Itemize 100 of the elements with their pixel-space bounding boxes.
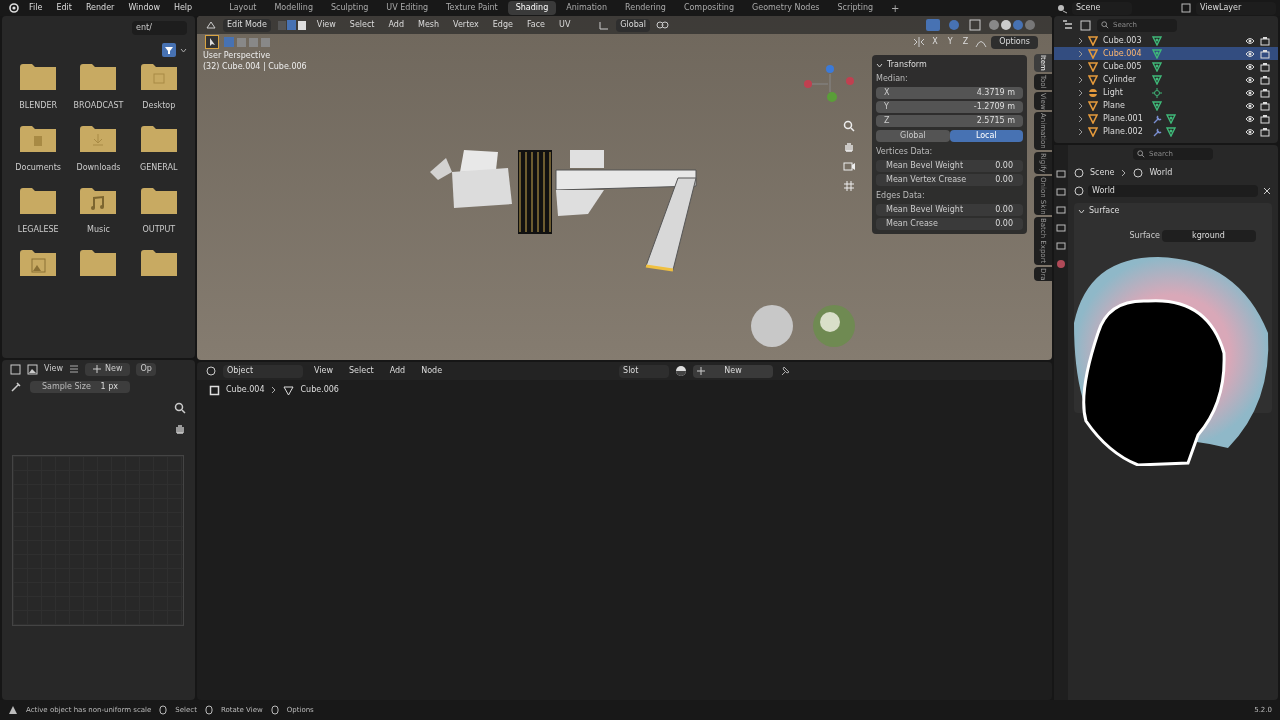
folder-icon[interactable] bbox=[20, 64, 57, 90]
surface-dropdown[interactable]: kground bbox=[1162, 230, 1256, 242]
menu-item[interactable]: View bbox=[309, 365, 338, 377]
zoom-icon[interactable] bbox=[174, 402, 186, 414]
folder-icon[interactable] bbox=[140, 188, 177, 214]
open-image-button[interactable]: Op bbox=[136, 362, 156, 376]
world-name-field[interactable]: World bbox=[1088, 185, 1258, 197]
outliner-row[interactable]: Plane.002 bbox=[1054, 125, 1278, 138]
menu-item[interactable]: Select bbox=[345, 19, 379, 31]
object-name[interactable]: Plane.002 bbox=[1103, 125, 1147, 138]
menu-icon[interactable] bbox=[69, 364, 79, 374]
folder-name[interactable]: Downloads bbox=[76, 162, 121, 174]
chevron-icon[interactable] bbox=[876, 62, 883, 68]
mesh-data-icon[interactable] bbox=[1166, 126, 1176, 137]
orientation-icon[interactable] bbox=[598, 19, 611, 31]
mesh-data-icon[interactable] bbox=[1152, 35, 1162, 46]
camera-icon[interactable] bbox=[1260, 74, 1270, 85]
workspace-tab[interactable]: Shading bbox=[507, 1, 557, 15]
folder-icon[interactable] bbox=[20, 188, 57, 214]
outliner-row[interactable]: Cube.003 bbox=[1054, 34, 1278, 47]
object-name[interactable]: Plane bbox=[1103, 99, 1147, 112]
options-dropdown[interactable]: Options bbox=[991, 35, 1038, 49]
folder-icon[interactable] bbox=[80, 188, 117, 214]
workspace-tab[interactable]: Sculpting bbox=[323, 1, 377, 15]
workspace-tab[interactable]: Compositing bbox=[675, 1, 743, 15]
mesh-data-icon[interactable] bbox=[1152, 100, 1162, 111]
object-name[interactable]: Cube.004 bbox=[1103, 47, 1147, 60]
coordinate-field[interactable]: Z 2.5715 m bbox=[876, 115, 1023, 127]
sample-size-field[interactable]: Sample Size 1 px bbox=[30, 381, 130, 393]
close-icon[interactable] bbox=[1262, 186, 1272, 196]
folder-name[interactable]: BROADCAST bbox=[73, 100, 124, 112]
folder-icon[interactable] bbox=[80, 250, 117, 276]
camera-icon[interactable] bbox=[1260, 35, 1270, 46]
snap-icon[interactable] bbox=[655, 19, 669, 31]
menu-item[interactable]: Select bbox=[344, 365, 379, 377]
object-name[interactable]: Cube.003 bbox=[1103, 34, 1147, 47]
menu-item[interactable]: Mesh bbox=[414, 19, 444, 31]
filter-icon[interactable] bbox=[162, 43, 176, 57]
menu-item[interactable]: Node bbox=[416, 365, 448, 377]
display-mode-icon[interactable] bbox=[1062, 19, 1074, 31]
object-name[interactable]: Cylinder bbox=[1103, 73, 1147, 86]
axis-toggle[interactable]: Z bbox=[959, 36, 972, 48]
folder-name[interactable]: GENERAL bbox=[140, 162, 178, 174]
coordinate-field[interactable]: X 4.3719 m bbox=[876, 87, 1023, 99]
menu-item[interactable]: View bbox=[312, 19, 340, 31]
chevron-icon[interactable] bbox=[1078, 208, 1085, 214]
folder-name[interactable]: Music bbox=[87, 224, 110, 236]
workspace-tab[interactable]: Layout bbox=[221, 1, 265, 15]
numeric-field[interactable]: Mean Bevel Weight 0.00 bbox=[876, 204, 1023, 216]
mesh-data-icon[interactable] bbox=[1152, 48, 1162, 59]
grid-icon[interactable] bbox=[843, 180, 855, 192]
view-menu[interactable]: View bbox=[44, 363, 63, 375]
object-name[interactable]: Light bbox=[1103, 86, 1147, 99]
mesh-data-icon[interactable] bbox=[1166, 113, 1176, 124]
outliner-row[interactable]: Cube.005 bbox=[1054, 60, 1278, 73]
slot-dropdown[interactable]: Slot bbox=[619, 364, 670, 378]
space-toggle[interactable]: Local bbox=[949, 130, 1023, 142]
new-material-button[interactable]: New bbox=[693, 364, 774, 378]
eye-icon[interactable] bbox=[1245, 100, 1255, 111]
object-name[interactable]: Cube.005 bbox=[1103, 60, 1147, 73]
camera-icon[interactable] bbox=[1260, 113, 1270, 124]
outliner-row[interactable]: Cylinder bbox=[1054, 73, 1278, 86]
axis-toggle[interactable]: X bbox=[929, 36, 941, 48]
image-icon[interactable] bbox=[27, 363, 38, 375]
zoom-icon[interactable] bbox=[843, 120, 855, 132]
menu-item[interactable]: File bbox=[24, 2, 48, 14]
overlay-icons[interactable] bbox=[926, 19, 982, 31]
light-data-icon[interactable] bbox=[1152, 87, 1162, 98]
workspace-tab[interactable]: Animation bbox=[558, 1, 615, 15]
menu-item[interactable]: Render bbox=[80, 2, 120, 14]
folder-icon[interactable] bbox=[80, 126, 117, 152]
view-layer-field[interactable]: ViewLayer bbox=[1196, 1, 1276, 15]
eye-icon[interactable] bbox=[1245, 35, 1255, 46]
menu-item[interactable]: Edit bbox=[51, 2, 77, 14]
blender-logo-icon[interactable] bbox=[8, 2, 20, 14]
coordinate-field[interactable]: Y -1.2709 m bbox=[876, 101, 1023, 113]
add-workspace-button[interactable]: + bbox=[883, 0, 908, 16]
workspace-tab[interactable]: Rendering bbox=[617, 1, 674, 15]
folder-icon[interactable] bbox=[140, 64, 177, 90]
outliner-row[interactable]: Cube.004 bbox=[1054, 47, 1278, 60]
wrench-icon[interactable] bbox=[1152, 113, 1162, 124]
camera-icon[interactable] bbox=[1260, 87, 1270, 98]
space-toggle[interactable]: Global bbox=[876, 130, 950, 142]
wrench-icon[interactable] bbox=[1152, 126, 1162, 137]
mirror-icon[interactable] bbox=[913, 36, 926, 48]
new-image-button[interactable]: New bbox=[85, 362, 131, 376]
editor-type-icon[interactable] bbox=[205, 365, 217, 377]
folder-icon[interactable] bbox=[20, 250, 57, 276]
folder-name[interactable]: Desktop bbox=[142, 100, 176, 112]
folder-name[interactable]: Documents bbox=[15, 162, 61, 174]
world-icon[interactable] bbox=[1074, 186, 1084, 196]
path-field[interactable]: ent/ bbox=[132, 21, 187, 35]
workspace-tab[interactable]: UV Editing bbox=[378, 1, 437, 15]
workspace-tab[interactable]: Scripting bbox=[829, 1, 882, 15]
eyedropper-icon[interactable] bbox=[10, 381, 22, 393]
eye-icon[interactable] bbox=[1245, 74, 1255, 85]
outliner-row[interactable]: Light bbox=[1054, 86, 1278, 99]
menu-item[interactable]: Face bbox=[522, 19, 550, 31]
menu-item[interactable]: Add bbox=[384, 365, 411, 377]
workspace-tab[interactable]: Geometry Nodes bbox=[744, 1, 828, 15]
